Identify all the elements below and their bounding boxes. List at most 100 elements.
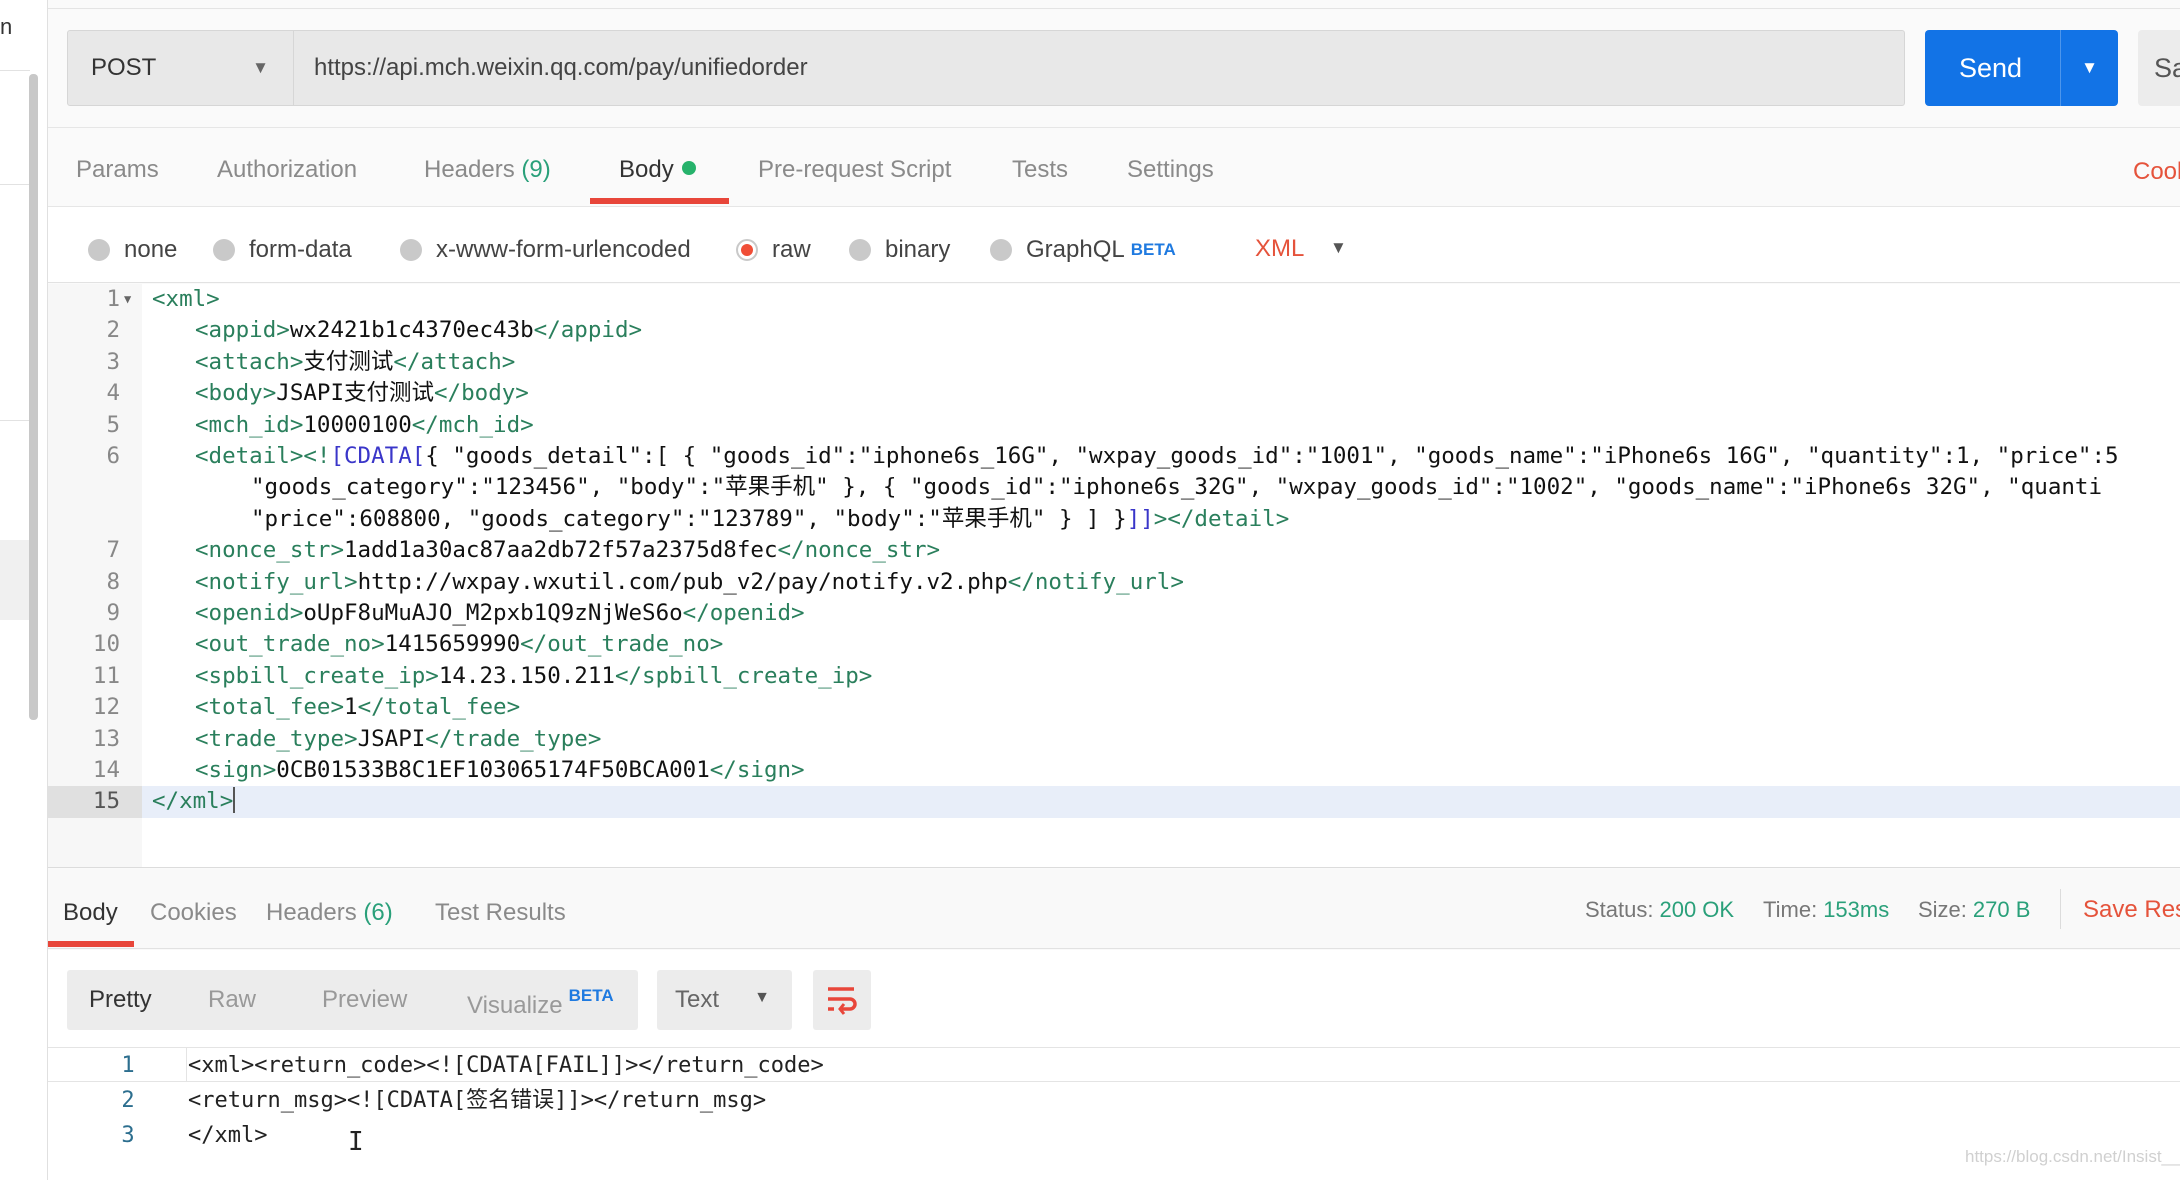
view-pretty[interactable]: Pretty [89, 986, 152, 1014]
text-token: 0CB01533B8C1EF103065174F50BCA001 [276, 757, 710, 783]
cdata-token: ]] [1126, 505, 1154, 532]
code-line[interactable]: 13 <trade_type>JSAPI</trade_type> [48, 724, 2180, 755]
save-response-button[interactable]: Save Res [2083, 896, 2180, 924]
code-line[interactable]: "price":608800, "goods_category":"123789… [48, 504, 2180, 535]
line-number: 7 [106, 537, 120, 564]
code-line[interactable]: 12 <total_fee>1</total_fee> [48, 692, 2180, 723]
response-tab-body[interactable]: Body [63, 899, 118, 927]
xml-tag-token: <xml> [152, 286, 220, 312]
code-text: <xml><return_code><![CDATA[FAIL]]></retu… [188, 1053, 824, 1078]
tab-params[interactable]: Params [76, 156, 159, 184]
radio-form-data[interactable]: form-data [213, 236, 352, 264]
line-number: 10 [92, 631, 120, 658]
tab-body[interactable]: Body [619, 156, 696, 184]
radio-x-www-form-urlencoded[interactable]: x-www-form-urlencoded [400, 236, 691, 264]
tab-tests[interactable]: Tests [1012, 156, 1068, 184]
text-token: 10000100 [303, 411, 412, 438]
line-number: 12 [92, 694, 120, 721]
code-line[interactable]: 10 <out_trade_no>1415659990</out_trade_no… [48, 629, 2180, 660]
text-token: oUpF8uMuAJO_M2pxb1Q9zNjWeS6o [303, 600, 683, 626]
code-line[interactable]: 5 <mch_id>10000100</mch_id> [48, 410, 2180, 441]
code-line[interactable]: 3 <attach>支付测试</attach> [48, 347, 2180, 378]
xml-tag-token: <spbill_create_ip> [195, 662, 439, 689]
line-number: 15 [48, 786, 142, 818]
wrap-lines-button[interactable] [813, 970, 871, 1030]
code-text: <appid>wx2421b1c4370ec43b</appid> [195, 315, 642, 346]
text-token: JSAPI支付测试 [276, 380, 435, 407]
radio-label: form-data [249, 236, 352, 263]
text-token: 1 [344, 694, 358, 721]
sidebar-scrollbar[interactable] [29, 74, 38, 720]
code-line[interactable]: 2 <appid>wx2421b1c4370ec43b</appid> [48, 315, 2180, 346]
code-line[interactable]: 1 ▼ <xml> [48, 284, 2180, 315]
size-label: Size: [1918, 897, 1967, 922]
tab-label: Settings [1127, 156, 1214, 183]
code-line[interactable]: 14 <sign>0CB01533B8C1EF103065174F50BCA001… [48, 755, 2180, 786]
response-tabs: Body Cookies Headers (6) Test Results St… [48, 869, 2180, 949]
caret-down-icon[interactable]: ▼ [1330, 238, 1347, 258]
code-text: <detail><![CDATA[{ "goods_detail":[ { "g… [195, 441, 2119, 472]
tab-authorization[interactable]: Authorization [217, 156, 357, 184]
code-line[interactable]: 7 <nonce_str>1add1a30ac87aa2db72f57a2375d… [48, 535, 2180, 566]
request-body-editor[interactable]: 1 ▼ <xml> 2 <appid>wx2421b1c4370ec43b</appid… [48, 284, 2180, 868]
response-tab-cookies[interactable]: Cookies [150, 899, 237, 927]
code-line[interactable]: 9 <openid>oUpF8uMuAJO_M2pxb1Q9zNjWeS6o</o… [48, 598, 2180, 629]
text-token: 14.23.150.211 [438, 662, 615, 689]
view-preview[interactable]: Preview [322, 986, 407, 1014]
tab-pre-request-script[interactable]: Pre-request Script [758, 156, 951, 184]
code-text: <body>JSAPI支付测试</body> [195, 378, 529, 409]
save-label: Sa [2154, 52, 2180, 83]
sidebar-selected-item[interactable] [0, 540, 30, 620]
radio-label: x-www-form-urlencoded [436, 236, 691, 263]
fold-caret-icon[interactable]: ▼ [124, 284, 131, 315]
code-line[interactable]: "goods_category":"123456", "body":"苹果手机"… [48, 472, 2180, 503]
text-token: http://wxpay.wxutil.com/pub_v2/pay/notif… [357, 568, 1008, 595]
xml-tag-token: <nonce_str> [195, 537, 345, 564]
line-number: 1 [106, 286, 120, 312]
save-button[interactable]: Sa [2138, 30, 2180, 106]
text-token: wx2421b1c4370ec43b [289, 317, 534, 344]
code-line[interactable]: 15 </xml> [48, 786, 2180, 818]
divider [0, 420, 30, 421]
time-label: Time: [1763, 897, 1818, 922]
code-line[interactable]: 4 <body>JSAPI支付测试</body> [48, 378, 2180, 409]
method-select[interactable]: POST ▼ [68, 31, 294, 105]
response-tab-headers[interactable]: Headers (6) [266, 899, 393, 927]
text-token: { "goods_detail":[ { "goods_id":"iphone6… [425, 443, 2119, 469]
view-raw[interactable]: Raw [208, 986, 256, 1014]
radio-icon [88, 239, 110, 261]
url-input[interactable]: https://api.mch.weixin.qq.com/pay/unifie… [294, 31, 1904, 105]
format-select[interactable]: Text ▼ [657, 970, 792, 1030]
radio-raw[interactable]: raw [736, 236, 811, 264]
response-tab-test-results[interactable]: Test Results [435, 899, 566, 927]
status-value: 200 OK [1659, 897, 1735, 922]
radio-none[interactable]: none [88, 236, 177, 264]
tab-label: Pre-request Script [758, 156, 952, 183]
text-token: 1add1a30ac87aa2db72f57a2375d8fec [344, 537, 778, 564]
send-button[interactable]: Send ▼ [1925, 30, 2118, 106]
line-number: 3 [121, 1123, 135, 1148]
tab-label: Tests [1012, 156, 1069, 183]
tab-label: Test Results [435, 899, 566, 926]
tab-headers[interactable]: Headers (9) [424, 156, 551, 184]
radio-graphql[interactable]: GraphQL BETA [990, 236, 1176, 264]
line-number: 14 [92, 757, 120, 783]
xml-tag-token: <total_fee> [195, 694, 345, 721]
raw-format-select[interactable]: XML [1255, 235, 1304, 263]
xml-tag-token: <openid> [195, 600, 304, 626]
line-number: 13 [92, 725, 120, 752]
code-line[interactable]: 8 <notify_url>http://wxpay.wxutil.com/pub… [48, 567, 2180, 598]
cookies-link[interactable]: Cool [2133, 158, 2180, 186]
line-number: 6 [106, 443, 120, 469]
radio-binary[interactable]: binary [849, 236, 950, 264]
code-line[interactable]: 11 <spbill_create_ip>14.23.150.211</spbil… [48, 661, 2180, 692]
xml-tag-token: <body> [195, 380, 277, 407]
send-options-caret-icon[interactable]: ▼ [2060, 30, 2118, 106]
radio-label: GraphQL [1026, 236, 1125, 263]
code-line[interactable]: 6 <detail><![CDATA[{ "goods_detail":[ { "… [48, 441, 2180, 472]
line-number: 11 [92, 662, 120, 689]
xml-tag-token: <detail><! [195, 443, 331, 469]
view-visualize[interactable]: Visualize BETA [467, 986, 614, 1020]
tab-settings[interactable]: Settings [1127, 156, 1214, 184]
line-number: 8 [106, 568, 120, 595]
